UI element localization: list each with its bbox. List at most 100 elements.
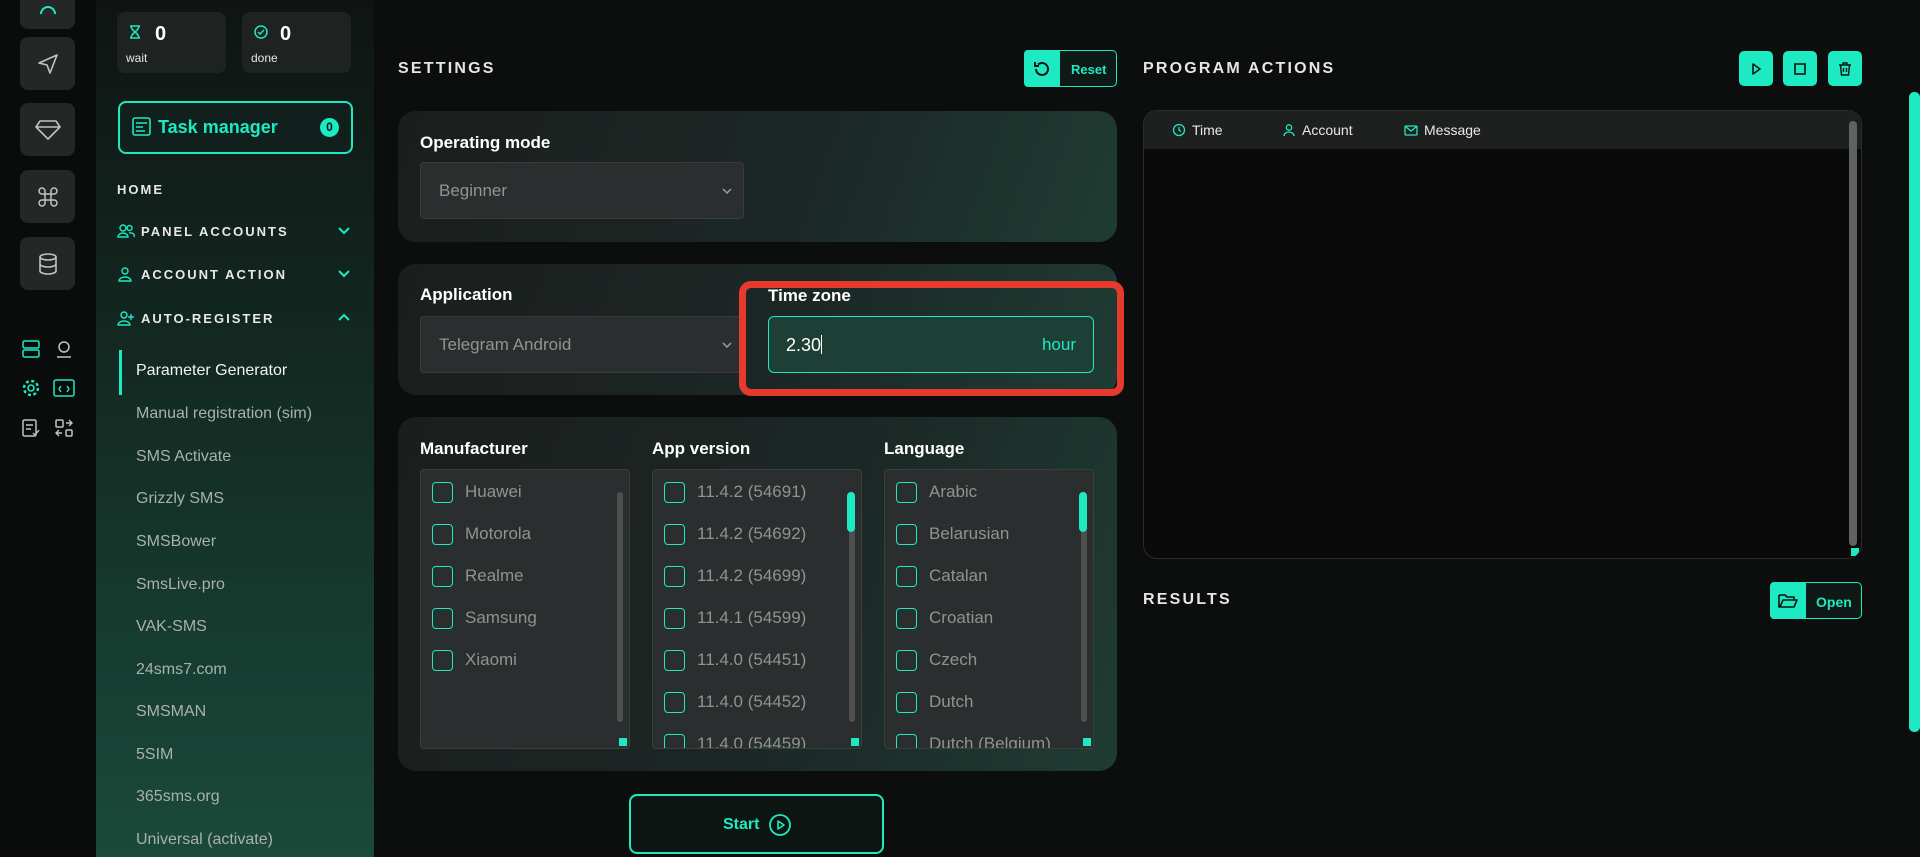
nav-item-parameter-generator[interactable]: Parameter Generator (136, 362, 287, 380)
delete-button[interactable] (1828, 51, 1862, 86)
nav-item-vak-sms[interactable]: VAK-SMS (136, 618, 207, 636)
operating-mode-select[interactable]: Beginner (420, 162, 744, 219)
nav-account-action[interactable]: ACCOUNT ACTION (117, 265, 352, 285)
language-option[interactable]: Catalan (896, 564, 988, 588)
rail-database-button[interactable] (20, 237, 75, 290)
rail-convert-button[interactable] (53, 417, 75, 439)
resize-handle[interactable] (1851, 548, 1859, 556)
app-version-option[interactable]: 11.4.0 (54451) (664, 648, 806, 672)
manufacturer-option[interactable]: Realme (432, 564, 524, 588)
manufacturer-option[interactable]: Samsung (432, 606, 537, 630)
language-scroll-thumb[interactable] (1079, 492, 1087, 532)
time-zone-input[interactable]: 2.30 hour (768, 316, 1094, 373)
checkbox[interactable] (896, 565, 917, 587)
rail-settings-button[interactable] (20, 377, 42, 399)
app-version-option[interactable]: 11.4.0 (54452) (664, 690, 806, 714)
app-version-list[interactable]: 11.4.2 (54691) 11.4.2 (54692) 11.4.2 (54… (652, 469, 862, 749)
nav-item-24sms7[interactable]: 24sms7.com (136, 661, 227, 679)
play-button[interactable] (1739, 51, 1773, 86)
language-option[interactable]: Dutch (896, 690, 973, 714)
application-select[interactable]: Telegram Android (420, 316, 744, 373)
nav-item-manual-registration[interactable]: Manual registration (sim) (136, 405, 312, 423)
app-version-option[interactable]: 11.4.1 (54599) (664, 606, 806, 630)
checkbox[interactable] (432, 565, 453, 587)
app-version-option[interactable]: 11.4.2 (54691) (664, 480, 806, 504)
folder-open-icon (1778, 593, 1798, 608)
active-item-indicator (119, 350, 122, 395)
app-version-option[interactable]: 11.4.0 (54459) (664, 732, 806, 748)
resize-handle[interactable] (851, 738, 859, 746)
clock-icon (1172, 123, 1186, 137)
program-actions-log[interactable]: Time Account Message (1143, 110, 1862, 559)
language-option[interactable]: Arabic (896, 480, 977, 504)
gear-icon (22, 379, 40, 397)
rail-code-button[interactable] (53, 377, 75, 399)
app-version-option[interactable]: 11.4.2 (54692) (664, 522, 806, 546)
log-scrollbar[interactable] (1849, 121, 1857, 546)
open-button[interactable]: Open (1770, 582, 1862, 619)
checkbox[interactable] (432, 649, 453, 671)
nav-item-sms-activate[interactable]: SMS Activate (136, 448, 231, 466)
checkbox[interactable] (664, 523, 685, 545)
checkbox[interactable] (432, 523, 453, 545)
checkbox[interactable] (664, 691, 685, 713)
nav-item-smslive[interactable]: SmsLive.pro (136, 576, 225, 594)
checkbox[interactable] (664, 649, 685, 671)
nav-item-smsman[interactable]: SMSMAN (136, 703, 206, 721)
checkbox[interactable] (432, 607, 453, 629)
manufacturer-scrollbar[interactable] (617, 492, 623, 722)
checkbox[interactable] (896, 523, 917, 545)
refresh-icon (1034, 61, 1049, 76)
nav-auto-register[interactable]: AUTO-REGISTER (117, 309, 352, 329)
nav-item-grizzly-sms[interactable]: Grizzly SMS (136, 490, 224, 508)
manufacturer-option[interactable]: Xiaomi (432, 648, 517, 672)
rail-profile-button[interactable] (53, 338, 75, 360)
nav-item-smsbower[interactable]: SMSBower (136, 533, 216, 551)
checkbox[interactable] (896, 649, 917, 671)
rail-tasks-button[interactable] (20, 417, 42, 439)
reset-button[interactable]: Reset (1024, 50, 1117, 87)
rail-user-button[interactable] (20, 0, 75, 29)
checkbox[interactable] (664, 733, 685, 748)
manufacturer-option[interactable]: Huawei (432, 480, 522, 504)
checkbox[interactable] (664, 607, 685, 629)
checkbox[interactable] (896, 733, 917, 748)
language-list[interactable]: Arabic Belarusian Catalan Croatian Czech… (884, 469, 1094, 749)
stop-button[interactable] (1783, 51, 1817, 86)
start-button[interactable]: Start (629, 794, 884, 854)
checkbox[interactable] (664, 565, 685, 587)
rail-server-button[interactable] (20, 338, 42, 360)
checkbox[interactable] (432, 481, 453, 503)
language-option[interactable]: Belarusian (896, 522, 1009, 546)
page-scrollbar[interactable] (1909, 92, 1920, 732)
nav-item-365sms[interactable]: 365sms.org (136, 788, 220, 806)
manufacturer-list[interactable]: Huawei Motorola Realme Samsung Xiaomi (420, 469, 630, 749)
checkbox[interactable] (896, 691, 917, 713)
checkbox[interactable] (896, 481, 917, 503)
checkbox[interactable] (664, 481, 685, 503)
language-option[interactable]: Dutch (Belgium) (896, 732, 1051, 748)
send-icon (37, 53, 58, 74)
database-icon (38, 252, 57, 275)
reset-label: Reset (1071, 62, 1107, 77)
start-label: Start (723, 816, 760, 833)
chevron-up-icon (338, 313, 350, 321)
rail-send-button[interactable] (20, 37, 75, 90)
resize-handle[interactable] (1083, 738, 1091, 746)
play-circle-icon (769, 814, 791, 836)
manufacturer-option[interactable]: Motorola (432, 522, 531, 546)
language-option[interactable]: Croatian (896, 606, 993, 630)
nav-item-universal-activate[interactable]: Universal (activate) (136, 831, 273, 849)
language-option[interactable]: Czech (896, 648, 977, 672)
rail-diamond-button[interactable] (20, 103, 75, 156)
rail-command-button[interactable] (20, 170, 75, 223)
task-manager-button[interactable]: Task manager 0 (118, 101, 353, 154)
reset-icon-box (1024, 50, 1060, 87)
resize-handle[interactable] (619, 738, 627, 746)
nav-panel-accounts[interactable]: PANEL ACCOUNTS (117, 222, 352, 242)
checkbox[interactable] (896, 607, 917, 629)
nav-home[interactable]: HOME (117, 182, 164, 197)
app-version-option[interactable]: 11.4.2 (54699) (664, 564, 806, 588)
nav-item-5sim[interactable]: 5SIM (136, 746, 173, 764)
app-version-scroll-thumb[interactable] (847, 492, 855, 532)
